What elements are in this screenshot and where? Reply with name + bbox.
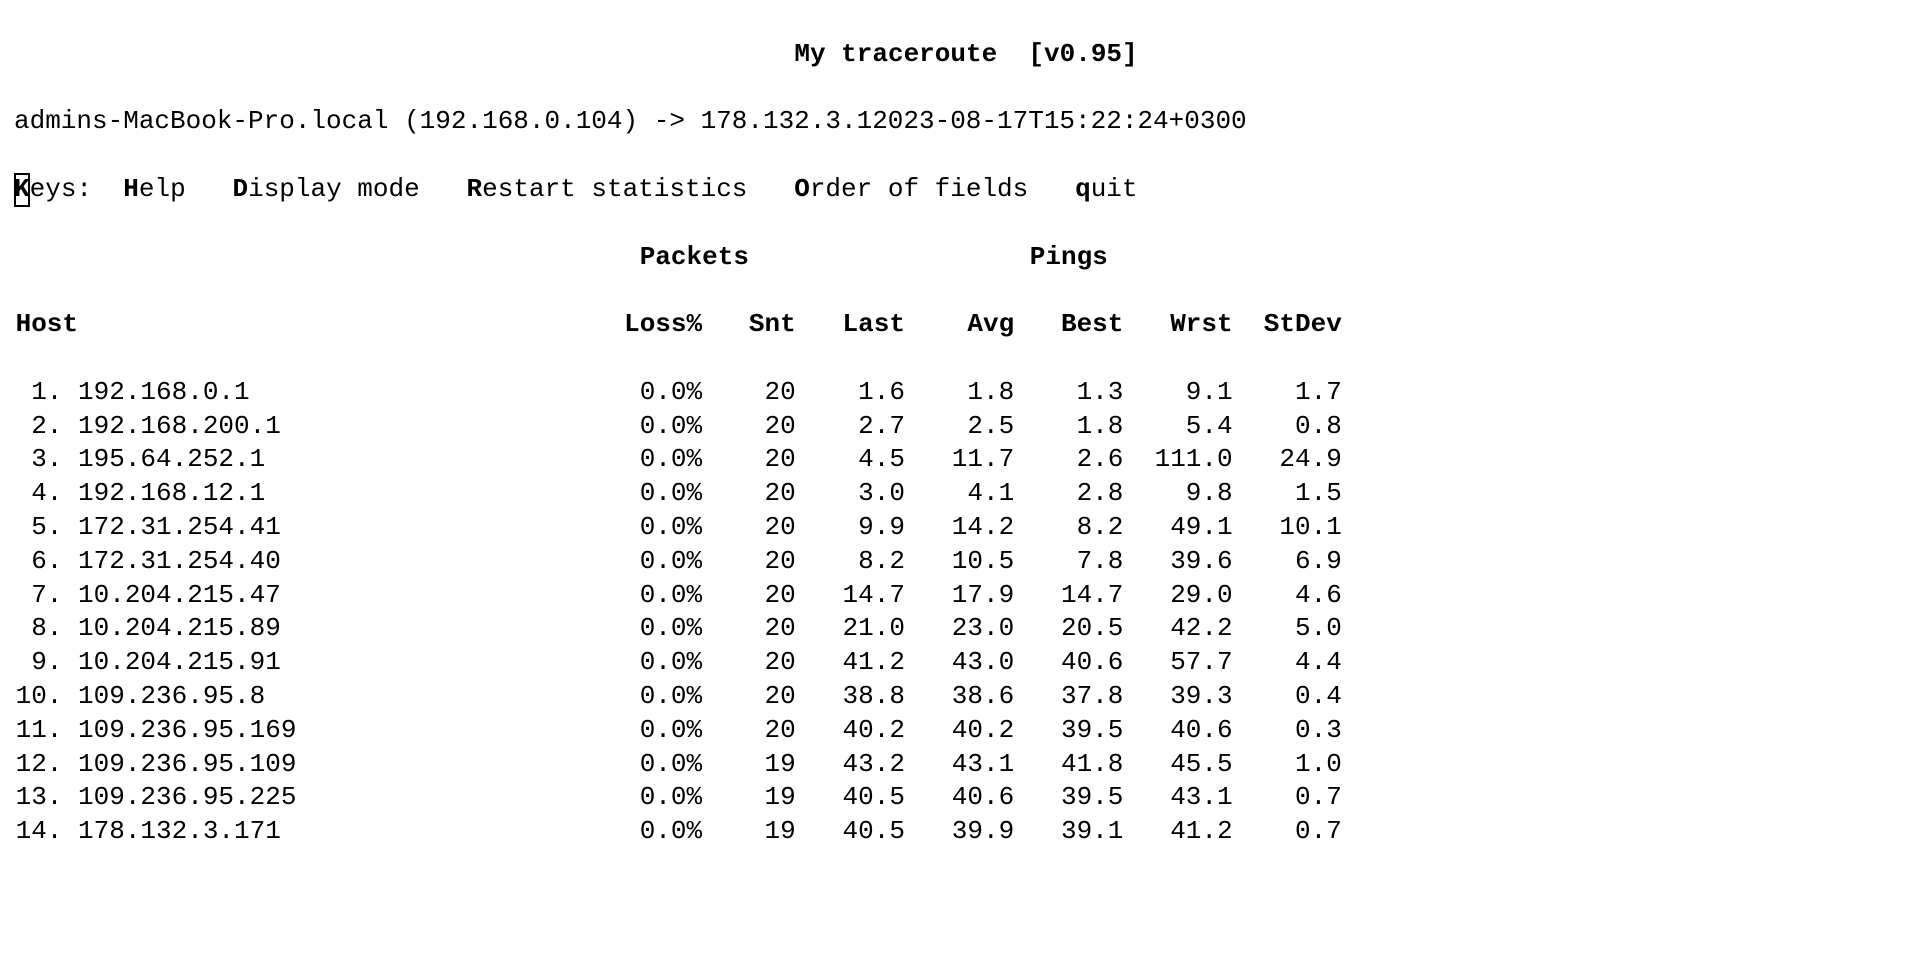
hop-row: 2. 192.168.200.1 0.0% 20 2.7 2.5 1.8 5.4… bbox=[0, 410, 1932, 444]
hop-row: 3. 195.64.252.1 0.0% 20 4.5 11.7 2.6 111… bbox=[0, 443, 1932, 477]
hop-row: 7. 10.204.215.47 0.0% 20 14.7 17.9 14.7 … bbox=[0, 579, 1932, 613]
hop-row: 14. 178.132.3.171 0.0% 19 40.5 39.9 39.1… bbox=[0, 815, 1932, 849]
hop-row: 13. 109.236.95.225 0.0% 19 40.5 40.6 39.… bbox=[0, 781, 1932, 815]
hop-row: 10. 109.236.95.8 0.0% 20 38.8 38.6 37.8 … bbox=[0, 680, 1932, 714]
app-title: My traceroute [v0.95] bbox=[0, 38, 1932, 72]
app-name: My traceroute bbox=[794, 39, 997, 69]
connection-info: admins-MacBook-Pro.local (192.168.0.104)… bbox=[0, 105, 1932, 139]
key-quit[interactable]: quit bbox=[1075, 174, 1137, 204]
hop-row: 12. 109.236.95.109 0.0% 19 43.2 43.1 41.… bbox=[0, 748, 1932, 782]
hop-row: 4. 192.168.12.1 0.0% 20 3.0 4.1 2.8 9.8 … bbox=[0, 477, 1932, 511]
key-display-mode[interactable]: Display mode bbox=[232, 174, 419, 204]
hop-row: 9. 10.204.215.91 0.0% 20 41.2 43.0 40.6 … bbox=[0, 646, 1932, 680]
hop-row: 6. 172.31.254.40 0.0% 20 8.2 10.5 7.8 39… bbox=[0, 545, 1932, 579]
key-help[interactable]: Help bbox=[123, 174, 185, 204]
cursor-icon: K bbox=[14, 173, 30, 207]
key-restart[interactable]: Restart statistics bbox=[467, 174, 748, 204]
hop-row: 5. 172.31.254.41 0.0% 20 9.9 14.2 8.2 49… bbox=[0, 511, 1932, 545]
key-hints: Keys: Help Display mode Restart statisti… bbox=[0, 173, 1932, 207]
arrow-icon: -> bbox=[654, 106, 685, 136]
local-ip: (192.168.0.104) bbox=[404, 106, 638, 136]
hop-row: 11. 109.236.95.169 0.0% 20 40.2 40.2 39.… bbox=[0, 714, 1932, 748]
hop-row: 1. 192.168.0.1 0.0% 20 1.6 1.8 1.3 9.1 1… bbox=[0, 376, 1932, 410]
hostname: admins-MacBook-Pro.local bbox=[14, 106, 388, 136]
hop-row: 8. 10.204.215.89 0.0% 20 21.0 23.0 20.5 … bbox=[0, 612, 1932, 646]
hops-table: 1. 192.168.0.1 0.0% 20 1.6 1.8 1.3 9.1 1… bbox=[0, 376, 1932, 849]
app-version: [v0.95] bbox=[1028, 39, 1137, 69]
key-order[interactable]: Order of fields bbox=[794, 174, 1028, 204]
section-headers: Packets Pings bbox=[0, 241, 1932, 275]
mtr-terminal: My traceroute [v0.95] admins-MacBook-Pro… bbox=[0, 0, 1932, 883]
dest-and-timestamp: 178.132.3.12023-08-17T15:22:24+0300 bbox=[701, 106, 1247, 136]
column-headers: Host Loss% Snt Last Avg Best Wrst StDev bbox=[0, 308, 1932, 342]
